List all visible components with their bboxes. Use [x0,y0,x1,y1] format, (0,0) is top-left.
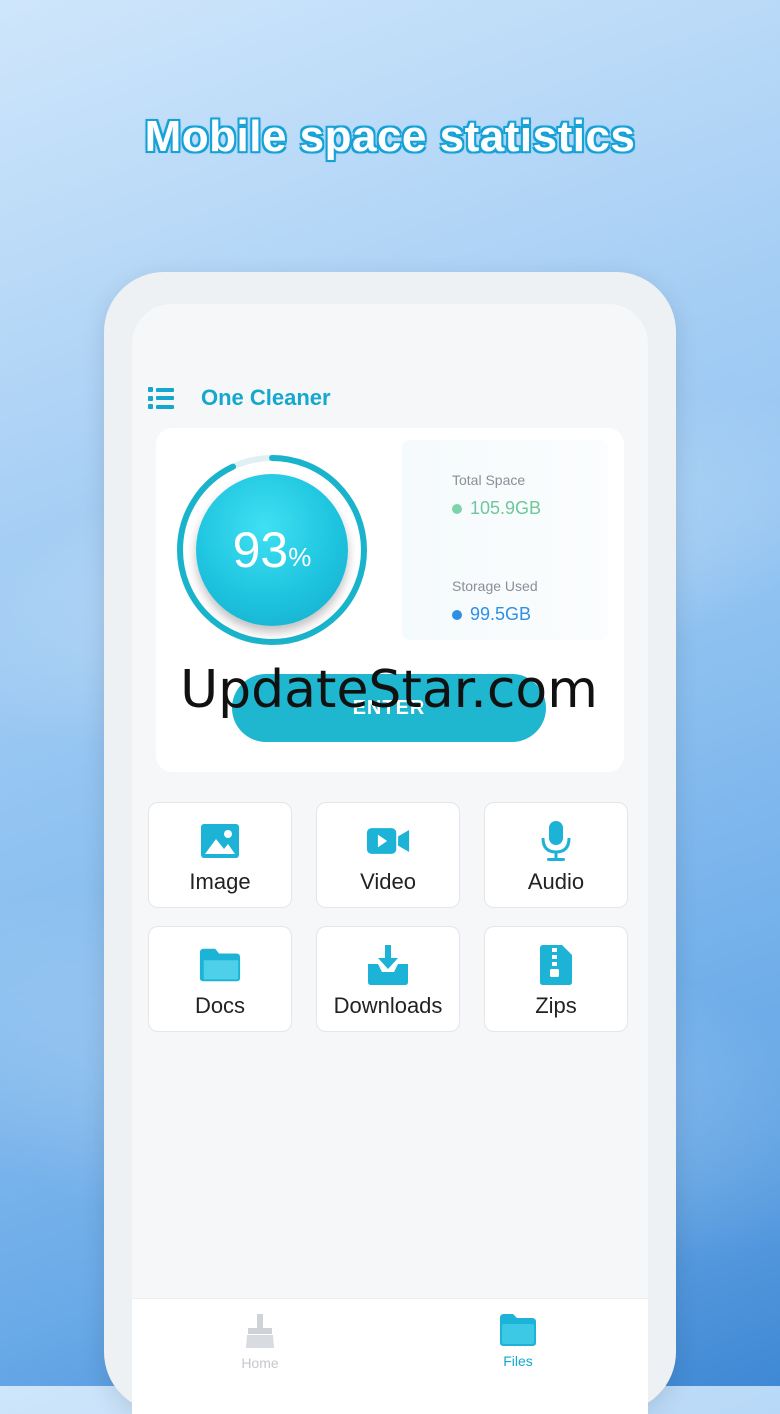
promo-headline: Mobile space statistics [144,112,636,161]
percent-sign: % [288,541,312,572]
category-image[interactable]: Image [148,802,292,908]
category-label: Image [189,869,251,894]
nav-home-label: Home [241,1355,279,1371]
total-dot [452,503,462,514]
nav-files[interactable]: Files [458,1313,578,1369]
storage-used-value: 99.5GB [452,604,531,625]
category-label: Downloads [333,993,443,1018]
app-bar: One Cleaner [148,382,331,414]
nav-home[interactable]: Home [200,1313,320,1371]
zip-file-icon [534,943,578,987]
category-label: Audio [527,869,585,894]
image-icon [198,819,242,863]
enter-button[interactable]: ENTER [232,674,546,742]
microphone-icon [534,819,578,863]
category-audio[interactable]: Audio [484,802,628,908]
total-space-text: 105.9GB [470,498,542,518]
video-camera-icon [366,819,410,863]
folder-icon [198,943,242,987]
total-space-value: 105.9GB [452,498,541,519]
phone-frame: One Cleaner 93 % Total Space 105.9GB Sto… [104,272,676,1414]
category-downloads[interactable]: Downloads [316,926,460,1032]
bottom-navigation: Home Files [132,1298,648,1414]
app-title: One Cleaner [201,385,331,410]
category-docs[interactable]: Docs [148,926,292,1032]
category-label: Docs [194,993,246,1018]
storage-used-label: Storage Used [452,578,538,594]
download-tray-icon [366,943,410,987]
used-dot [452,609,462,620]
percent-number: 93 [232,522,289,578]
storage-used-text: 99.5GB [470,604,532,624]
category-zips[interactable]: Zips [484,926,628,1032]
files-folder-icon [500,1314,536,1346]
nav-files-label: Files [503,1353,533,1369]
app-screen: One Cleaner 93 % Total Space 105.9GB Sto… [132,304,648,1414]
usage-percentage: 93 % [196,474,348,626]
total-space-label: Total Space [452,472,526,488]
category-video[interactable]: Video [316,802,460,908]
category-label: Zips [535,993,577,1018]
category-label: Video [360,869,416,894]
broom-icon [246,1314,274,1348]
storage-gauge: 93 % [174,452,370,648]
menu-list-icon[interactable] [148,387,174,409]
storage-card: 93 % Total Space 105.9GB Storage Used 99… [156,428,624,772]
storage-stats: Total Space 105.9GB Storage Used 99.5GB [402,440,608,640]
